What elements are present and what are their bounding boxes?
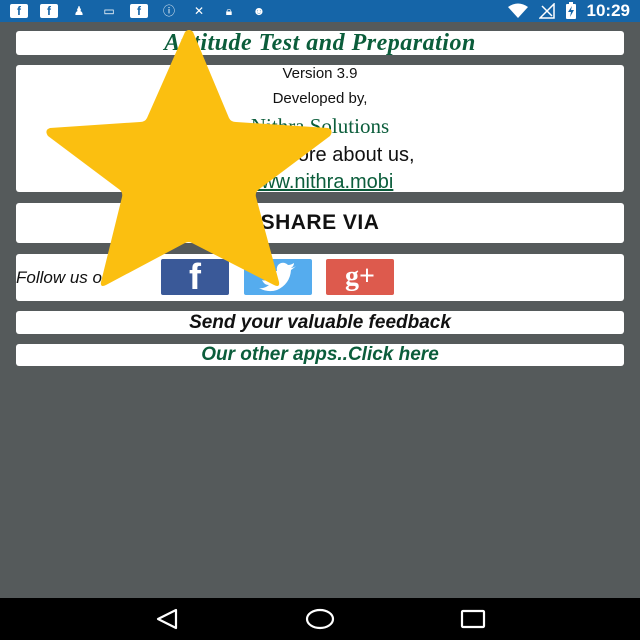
no-signal-icon: ✕ <box>193 4 205 18</box>
status-bar: f f ♟ ▭ f ⓘ ✕ 🔒︎ ☻ 10:29 <box>0 0 640 22</box>
facebook-button[interactable]: f <box>161 256 229 297</box>
android-icon: ☻ <box>252 4 266 18</box>
battery-charging-icon <box>565 2 576 19</box>
notification-icons: f f ♟ ▭ f ⓘ ✕ 🔒︎ ☻ <box>10 4 268 18</box>
share-via-button[interactable]: SHARE VIA <box>16 203 624 243</box>
feedback-label: Send your valuable feedback <box>189 311 451 333</box>
other-apps-button[interactable]: Our other apps..Click here <box>16 344 624 366</box>
know-more-label: Know more about us, <box>225 144 415 166</box>
facebook-icon: f <box>40 4 58 18</box>
clock: 10:29 <box>586 1 630 20</box>
share-via-label: SHARE VIA <box>260 211 380 234</box>
chess-pawn-icon: ♟ <box>73 4 85 18</box>
feedback-button[interactable]: Send your valuable feedback <box>16 311 624 334</box>
facebook-icon: f <box>189 256 201 297</box>
other-apps-label: Our other apps..Click here <box>201 344 439 365</box>
wifi-icon <box>507 3 528 18</box>
company-name: Nithra Solutions <box>250 114 390 138</box>
googleplus-button[interactable]: g+ <box>326 259 394 295</box>
facebook-icon: f <box>10 4 28 18</box>
home-button[interactable] <box>300 599 340 639</box>
back-icon <box>156 608 177 630</box>
cell-signal-icon <box>538 3 555 19</box>
back-button[interactable] <box>147 599 187 639</box>
follow-us-label: Follow us on <box>16 268 112 287</box>
system-status: 10:29 <box>507 1 630 21</box>
home-icon <box>305 608 335 630</box>
app-title-card: Aptitude Test and Preparation <box>16 31 624 55</box>
recents-icon <box>461 609 486 629</box>
follow-us-card: Follow us on f g+ <box>16 254 624 301</box>
twitter-button[interactable] <box>244 259 312 295</box>
card-icon: ▭ <box>103 4 115 18</box>
developed-by-label: Developed by, <box>272 90 368 107</box>
website-link[interactable]: www.nithra.mobi <box>16 171 624 194</box>
app-title: Aptitude Test and Preparation <box>164 30 476 56</box>
info-circle-icon: ⓘ <box>162 4 175 18</box>
about-card: Version 3.9 Developed by, Nithra Solutio… <box>16 65 624 194</box>
navigation-bar <box>0 598 640 640</box>
twitter-icon <box>259 262 296 292</box>
version-label: Version 3.9 <box>282 65 358 82</box>
facebook-icon: f <box>130 4 148 18</box>
recents-button[interactable] <box>453 599 493 639</box>
lock-icon: 🔒︎ <box>225 4 233 18</box>
googleplus-icon: g+ <box>345 261 375 292</box>
